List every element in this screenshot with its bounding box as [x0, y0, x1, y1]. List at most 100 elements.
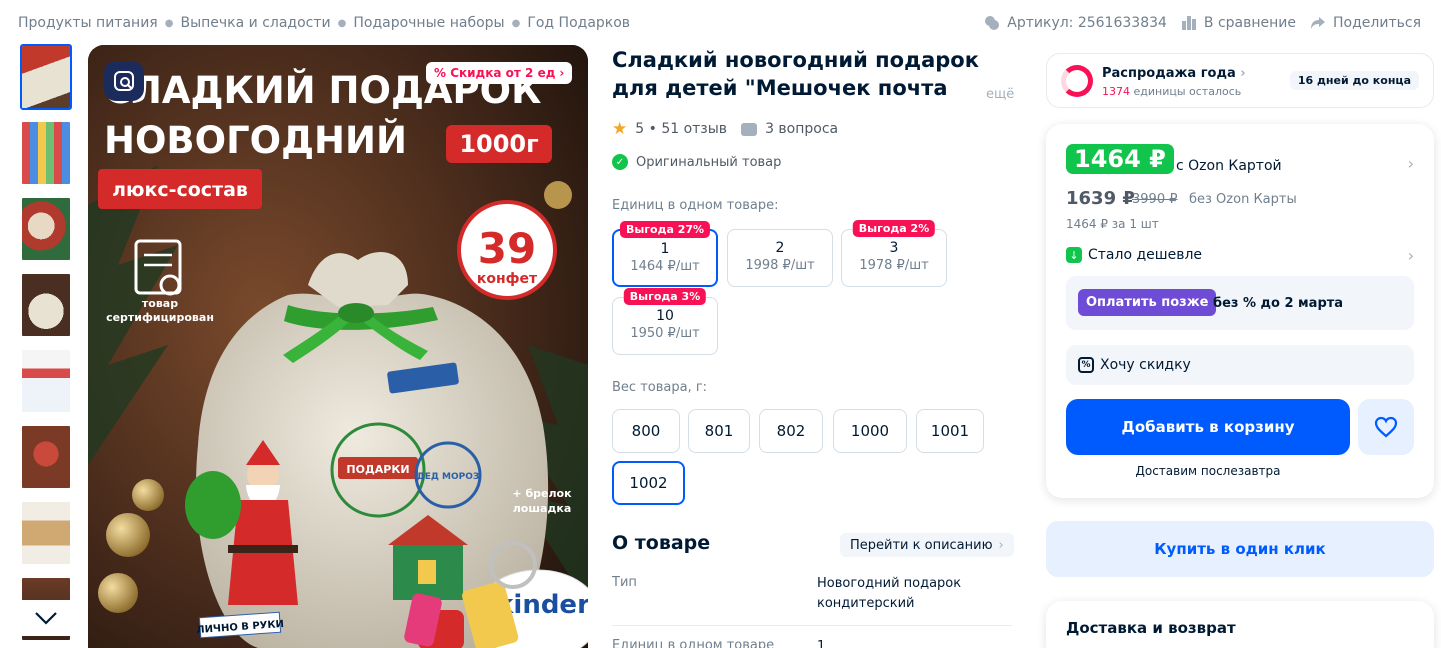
discount-badge-text: % Скидка от 2 ед — [434, 66, 556, 80]
unit-option[interactable]: Выгода 27% 1 1464 ₽/шт — [612, 221, 718, 287]
sale-banner[interactable]: Распродажа года › 1374 единицы осталось … — [1046, 53, 1434, 108]
weight-option[interactable]: 802 — [759, 409, 823, 453]
thumbnail[interactable] — [20, 348, 72, 414]
goto-description-button[interactable]: Перейти к описанию › — [840, 533, 1014, 557]
top-actions: Артикул: 2561633834 В сравнение Поделить… — [984, 15, 1421, 31]
want-discount-label: Хочу скидку — [1100, 357, 1191, 373]
weight-option[interactable]: 801 — [688, 409, 750, 453]
regular-price: 1639 ₽ — [1066, 188, 1135, 209]
unit-price: 1998 ₽/шт — [745, 258, 815, 273]
lux-tag: люкс-состав — [112, 179, 248, 201]
pay-later-block[interactable]: Оплатить позже без % до 2 марта — [1066, 276, 1414, 330]
breadcrumb-item[interactable]: Продукты питания — [18, 15, 158, 31]
thumbnail[interactable] — [20, 196, 72, 262]
breadcrumb-separator: ● — [337, 17, 347, 29]
sale-title: Распродажа года — [1102, 66, 1236, 81]
bag-stamp-text: ПОДАРКИ — [346, 463, 409, 476]
article-number[interactable]: Артикул: 2561633834 — [984, 15, 1167, 31]
unit-option[interactable]: Выгода 3% 10 1950 ₽/шт — [612, 288, 718, 355]
want-discount-button[interactable]: % Хочу скидку — [1066, 345, 1414, 385]
chevron-right-icon: › — [559, 66, 565, 80]
image-search-button[interactable] — [104, 61, 144, 101]
keychain-label: лошадка — [513, 502, 572, 515]
add-to-cart-button[interactable]: Добавить в корзину — [1066, 399, 1350, 455]
chevron-right-icon[interactable]: › — [1408, 154, 1414, 173]
sale-count-suffix: единицы осталось — [1130, 85, 1242, 98]
buy-one-click-button[interactable]: Купить в один клик — [1046, 521, 1434, 577]
weight-label: Вес товара, г: — [612, 380, 708, 395]
product-illustration: ПОДАРКИ ДЕД МОРОЗ ЛИЧНО В РУКИ kinder СЛ… — [88, 45, 588, 648]
unit-option[interactable]: 2 1998 ₽/шт — [727, 229, 833, 287]
rating-text[interactable]: 5 • 51 отзыв — [635, 121, 727, 137]
unit-qty: 10 — [656, 308, 674, 324]
check-icon: ✓ — [612, 154, 628, 170]
delivery-card: Доставка и возврат — [1046, 601, 1434, 648]
pay-later-button[interactable]: Оплатить позже — [1078, 289, 1217, 316]
keychain-label: + брелок — [512, 487, 572, 500]
unit-qty: 3 — [889, 240, 899, 256]
thumbnail[interactable] — [20, 500, 72, 566]
unit-price: 1978 ₽/шт — [859, 258, 929, 273]
arrow-down-icon: ↓ — [1066, 247, 1082, 263]
breadcrumb-item[interactable]: Выпечка и сладости — [180, 15, 330, 31]
compare-icon — [1181, 16, 1196, 30]
old-price: 3990 ₽ — [1132, 192, 1178, 207]
breadcrumb: Продукты питания ● Выпечка и сладости ● … — [18, 15, 630, 31]
favorite-button[interactable] — [1358, 399, 1414, 455]
benefit-badge: Выгода 3% — [623, 288, 707, 305]
price-per-unit: 1464 ₽ за 1 шт — [1066, 217, 1159, 231]
weight-option-selected[interactable]: 1002 — [612, 461, 685, 505]
candy-count-label: конфет — [477, 271, 538, 287]
share-label: Поделиться — [1333, 15, 1421, 31]
breadcrumb-item[interactable]: Подарочные наборы — [353, 15, 504, 31]
share-button[interactable]: Поделиться — [1310, 15, 1421, 31]
chevron-down-icon — [35, 612, 57, 625]
title-more-link[interactable]: ещё — [986, 87, 1014, 102]
delivery-note: Доставим послезавтра — [1135, 464, 1281, 478]
price-dropped[interactable]: ↓ Стало дешевле — [1066, 247, 1202, 263]
benefit-badge: Выгода 27% — [619, 221, 711, 238]
breadcrumb-separator: ● — [511, 17, 521, 29]
about-heading: О товаре — [612, 532, 711, 554]
unit-qty: 2 — [775, 240, 785, 256]
divider — [612, 625, 1012, 626]
thumbnails-down-button[interactable] — [18, 600, 74, 636]
thumbnail[interactable] — [20, 272, 72, 338]
sale-remaining: 1374 единицы осталось — [1102, 85, 1241, 98]
chevron-right-icon: › — [998, 537, 1004, 553]
article-text: Артикул: 2561633834 — [1007, 15, 1167, 31]
weight-option[interactable]: 1001 — [916, 409, 984, 453]
sale-count: 1374 — [1102, 85, 1130, 98]
breadcrumb-item[interactable]: Год Подарков — [527, 15, 630, 31]
unit-qty: 1 — [660, 241, 670, 257]
thumbnail-list — [18, 44, 74, 648]
questions-icon — [741, 122, 758, 136]
spec-key: Единиц в одном товаре — [612, 638, 775, 648]
unit-option[interactable]: Выгода 2% 3 1978 ₽/шт — [841, 220, 947, 287]
compare-button[interactable]: В сравнение — [1181, 15, 1296, 31]
product-main-image[interactable]: ПОДАРКИ ДЕД МОРОЗ ЛИЧНО В РУКИ kinder СЛ… — [88, 45, 588, 648]
cert-label: товар — [142, 297, 178, 310]
unit-price: 1464 ₽/шт — [630, 259, 700, 274]
price-dropped-label: Стало дешевле — [1088, 247, 1203, 263]
weight-option[interactable]: 800 — [612, 409, 680, 453]
compare-label: В сравнение — [1203, 15, 1297, 31]
share-icon — [1311, 17, 1326, 29]
delivery-heading: Доставка и возврат — [1066, 619, 1236, 637]
rating-row: ★ 5 • 51 отзыв 3 вопроса — [612, 119, 838, 139]
weight-option[interactable]: 1000 — [833, 409, 907, 453]
units-label: Единиц в одном товаре: — [612, 198, 779, 213]
chevron-right-icon: › — [1240, 66, 1246, 81]
copy-icon — [985, 16, 1000, 30]
discount-badge[interactable]: % Скидка от 2 ед › — [426, 62, 573, 84]
chevron-right-icon: › — [1407, 246, 1414, 265]
visual-search-icon — [114, 71, 134, 91]
thumbnail[interactable] — [20, 424, 72, 490]
spec-key: Тип — [612, 575, 637, 590]
card-price-label: с Ozon Картой — [1176, 158, 1282, 174]
spec-value: 1 — [817, 639, 826, 648]
questions-link[interactable]: 3 вопроса — [765, 121, 838, 137]
thumbnail[interactable] — [20, 120, 72, 186]
buy-card: 1464 ₽ с Ozon Картой › 1639 ₽ 3990 ₽ без… — [1046, 124, 1434, 498]
thumbnail[interactable] — [20, 44, 72, 110]
